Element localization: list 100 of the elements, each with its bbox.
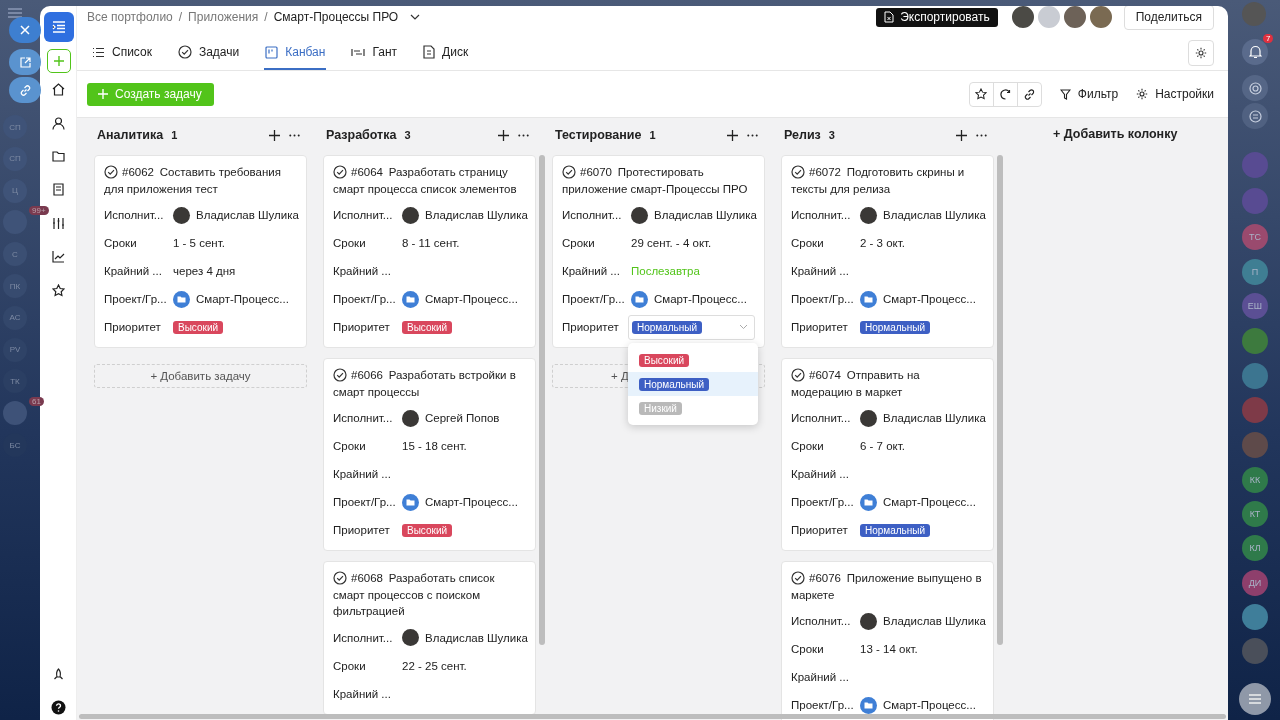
link-button[interactable] [9,77,41,103]
task-title[interactable]: #6064 Разработать страницу смарт процесса список элементов [333,164,526,197]
share-button[interactable]: Поделиться [1123,6,1214,30]
task-card[interactable]: #6072 Подготовить скрины и тексты для релиза Исполнит... Владислав Шулика Сроки 2 - 3 окт. Крайний ... Проект/Гр... Смарт-Процесс... Приоритет Нормальный [781,155,994,348]
project-name[interactable]: Смарт-Процесс... [425,293,518,305]
view-tab[interactable]: Канбан [264,36,327,70]
field-value: 15 - 18 сент. [402,440,467,452]
task-title[interactable]: #6068 Разработать список смарт процессов с поиском фильтрацией [333,570,526,620]
close-button[interactable] [9,17,41,43]
task-title[interactable]: #6066 Разработать встройки в смарт процессы [333,367,526,400]
scrollbar[interactable] [539,155,545,645]
project-name[interactable]: Смарт-Процесс... [425,496,518,508]
chart-icon[interactable] [52,250,65,263]
chat-button[interactable] [1242,103,1268,129]
rocket-icon[interactable] [52,668,65,681]
folder-icon [860,290,877,308]
check-circle-icon [333,571,347,585]
field-label: Приоритет [562,321,620,333]
dropdown-option[interactable]: Нормальный [628,372,758,396]
external-link-button[interactable] [9,49,41,75]
plus-icon [53,55,65,67]
menu-icon [52,21,66,33]
task-card[interactable]: #6064 Разработать страницу смарт процесса список элементов Исполнит... Владислав Шулика Сроки 8 - 11 сент. Крайний ... Проект/Гр... Смарт-Процесс... Приоритет Высокий [323,155,536,348]
export-button[interactable]: Экспортировать [876,7,998,27]
view-tab[interactable]: Диск [422,36,470,70]
field-label: Проект/Гр... [791,699,855,711]
external-link-icon [19,56,31,68]
more-icon[interactable] [747,133,758,137]
user-avatar[interactable] [1009,6,1036,30]
task-title[interactable]: #6076 Приложение выпущено в маркете [791,570,984,603]
project-name[interactable]: Смарт-Процесс... [883,496,976,508]
breadcrumb-link[interactable]: Все портфолио [87,10,173,24]
field-label: Проект/Гр... [562,293,626,305]
user-avatar [402,206,419,224]
task-title[interactable]: #6070 Протестировать приложение смарт-Процессы ПРО [562,164,755,197]
filter-button[interactable]: Фильтр [1059,87,1119,101]
project-name[interactable]: Смарт-Процесс... [883,699,976,711]
project-name[interactable]: Смарт-Процесс... [654,293,747,305]
scrollbar[interactable] [997,155,1003,645]
more-icon[interactable] [976,133,987,137]
help-icon[interactable] [51,700,66,715]
field-label: Приоритет [791,321,849,333]
task-title[interactable]: #6062 Составить требования для приложения тест [104,164,297,197]
settings-button[interactable]: Настройки [1136,87,1214,101]
scrollbar[interactable] [79,714,1226,719]
view-tab[interactable]: Список [91,36,153,70]
add-task-button[interactable]: + Добавить задачу [94,364,307,388]
inbox-icon[interactable] [52,183,65,196]
plus-icon[interactable] [956,129,967,141]
assignee-name: Владислав Шулика [425,631,528,644]
priority-tag: Высокий [173,320,224,334]
field-label: Сроки [333,440,367,452]
task-card[interactable]: #6062 Составить требования для приложения тест Исполнит... Владислав Шулика Сроки 1 - 5 сент. Крайний ... через 4 дня Проект/Гр... Смарт-Процесс... Приоритет Высокий [94,155,307,348]
file-icon [884,11,895,23]
task-card[interactable]: #6068 Разработать список смарт процессов с поиском фильтрацией Исполнит... Владислав Шулика Сроки 22 - 25 сент. Крайний ... [323,561,536,715]
equalizer-icon[interactable] [52,217,65,230]
view-tab[interactable]: Задачи [176,36,241,70]
task-card[interactable]: #6076 Приложение выпущено в маркете Исполнит... Владислав Шулика Сроки 13 - 14 окт. Крайний ... Проект/Гр... Смарт-Процесс... [781,561,994,720]
field-label: Проект/Гр... [104,293,168,305]
breadcrumb-link[interactable]: Смарт-Процессы ПРО [273,10,399,24]
user-avatar[interactable] [1061,6,1088,30]
bell-button[interactable] [1242,39,1268,65]
link-icon [19,84,31,96]
folder-icon [173,290,190,308]
plus-icon[interactable] [498,129,509,141]
priority-select[interactable]: Нормальный [628,314,755,340]
task-card[interactable]: #6074 Отправить на модерацию в маркет Исполнит... Владислав Шулика Сроки 6 - 7 окт. Крайний ... Проект/Гр... Смарт-Процесс... Приоритет Нормальный [781,358,994,551]
field-label: Сроки [562,237,596,249]
plus-icon[interactable] [269,129,280,141]
contact-avatar[interactable]: ЕШ [1242,293,1268,319]
project-name[interactable]: Смарт-Процесс... [196,293,289,305]
star-icon[interactable] [52,284,65,297]
more-icon[interactable] [518,133,529,137]
view-tab[interactable]: Гант [350,36,399,70]
breadcrumb-link[interactable]: Приложения [188,10,259,24]
menu-button[interactable] [1239,683,1271,715]
priority-tag: Высокий [639,353,690,367]
field-label: Крайний ... [562,265,621,277]
task-card[interactable]: #6066 Разработать встройки в смарт процессы Исполнит... Сергей Попов Сроки 15 - 18 сент. Крайний ... Проект/Гр... Смарт-Процесс... Приоритет Высокий [323,358,536,551]
field-label: Крайний ... [333,687,392,700]
field-value: 29 сент. - 4 окт. [631,237,712,249]
menu-toggle-button[interactable] [44,12,74,42]
task-title[interactable]: #6072 Подготовить скрины и тексты для релиза [791,164,984,197]
settings-button[interactable] [1188,40,1214,66]
task-title[interactable]: #6074 Отправить на модерацию в маркет [791,367,984,400]
assignee-name: Владислав Шулика [883,615,986,627]
chevron-down-icon[interactable] [410,14,421,20]
field-value: Послезавтра [631,265,700,277]
more-icon[interactable] [289,133,300,137]
folder-icon[interactable] [52,150,65,163]
swirl-button[interactable] [1242,75,1268,101]
priority-tag: Нормальный [632,320,703,334]
folder-icon [402,493,419,511]
project-name[interactable]: Смарт-Процесс... [883,293,976,305]
home-icon[interactable] [52,83,65,96]
add-column-button[interactable]: + Добавить колонку [1053,127,1178,145]
plus-icon[interactable] [727,129,738,141]
user-avatar[interactable] [1087,6,1114,30]
person-icon[interactable] [52,117,65,130]
priority-tag: Высокий [402,523,453,537]
